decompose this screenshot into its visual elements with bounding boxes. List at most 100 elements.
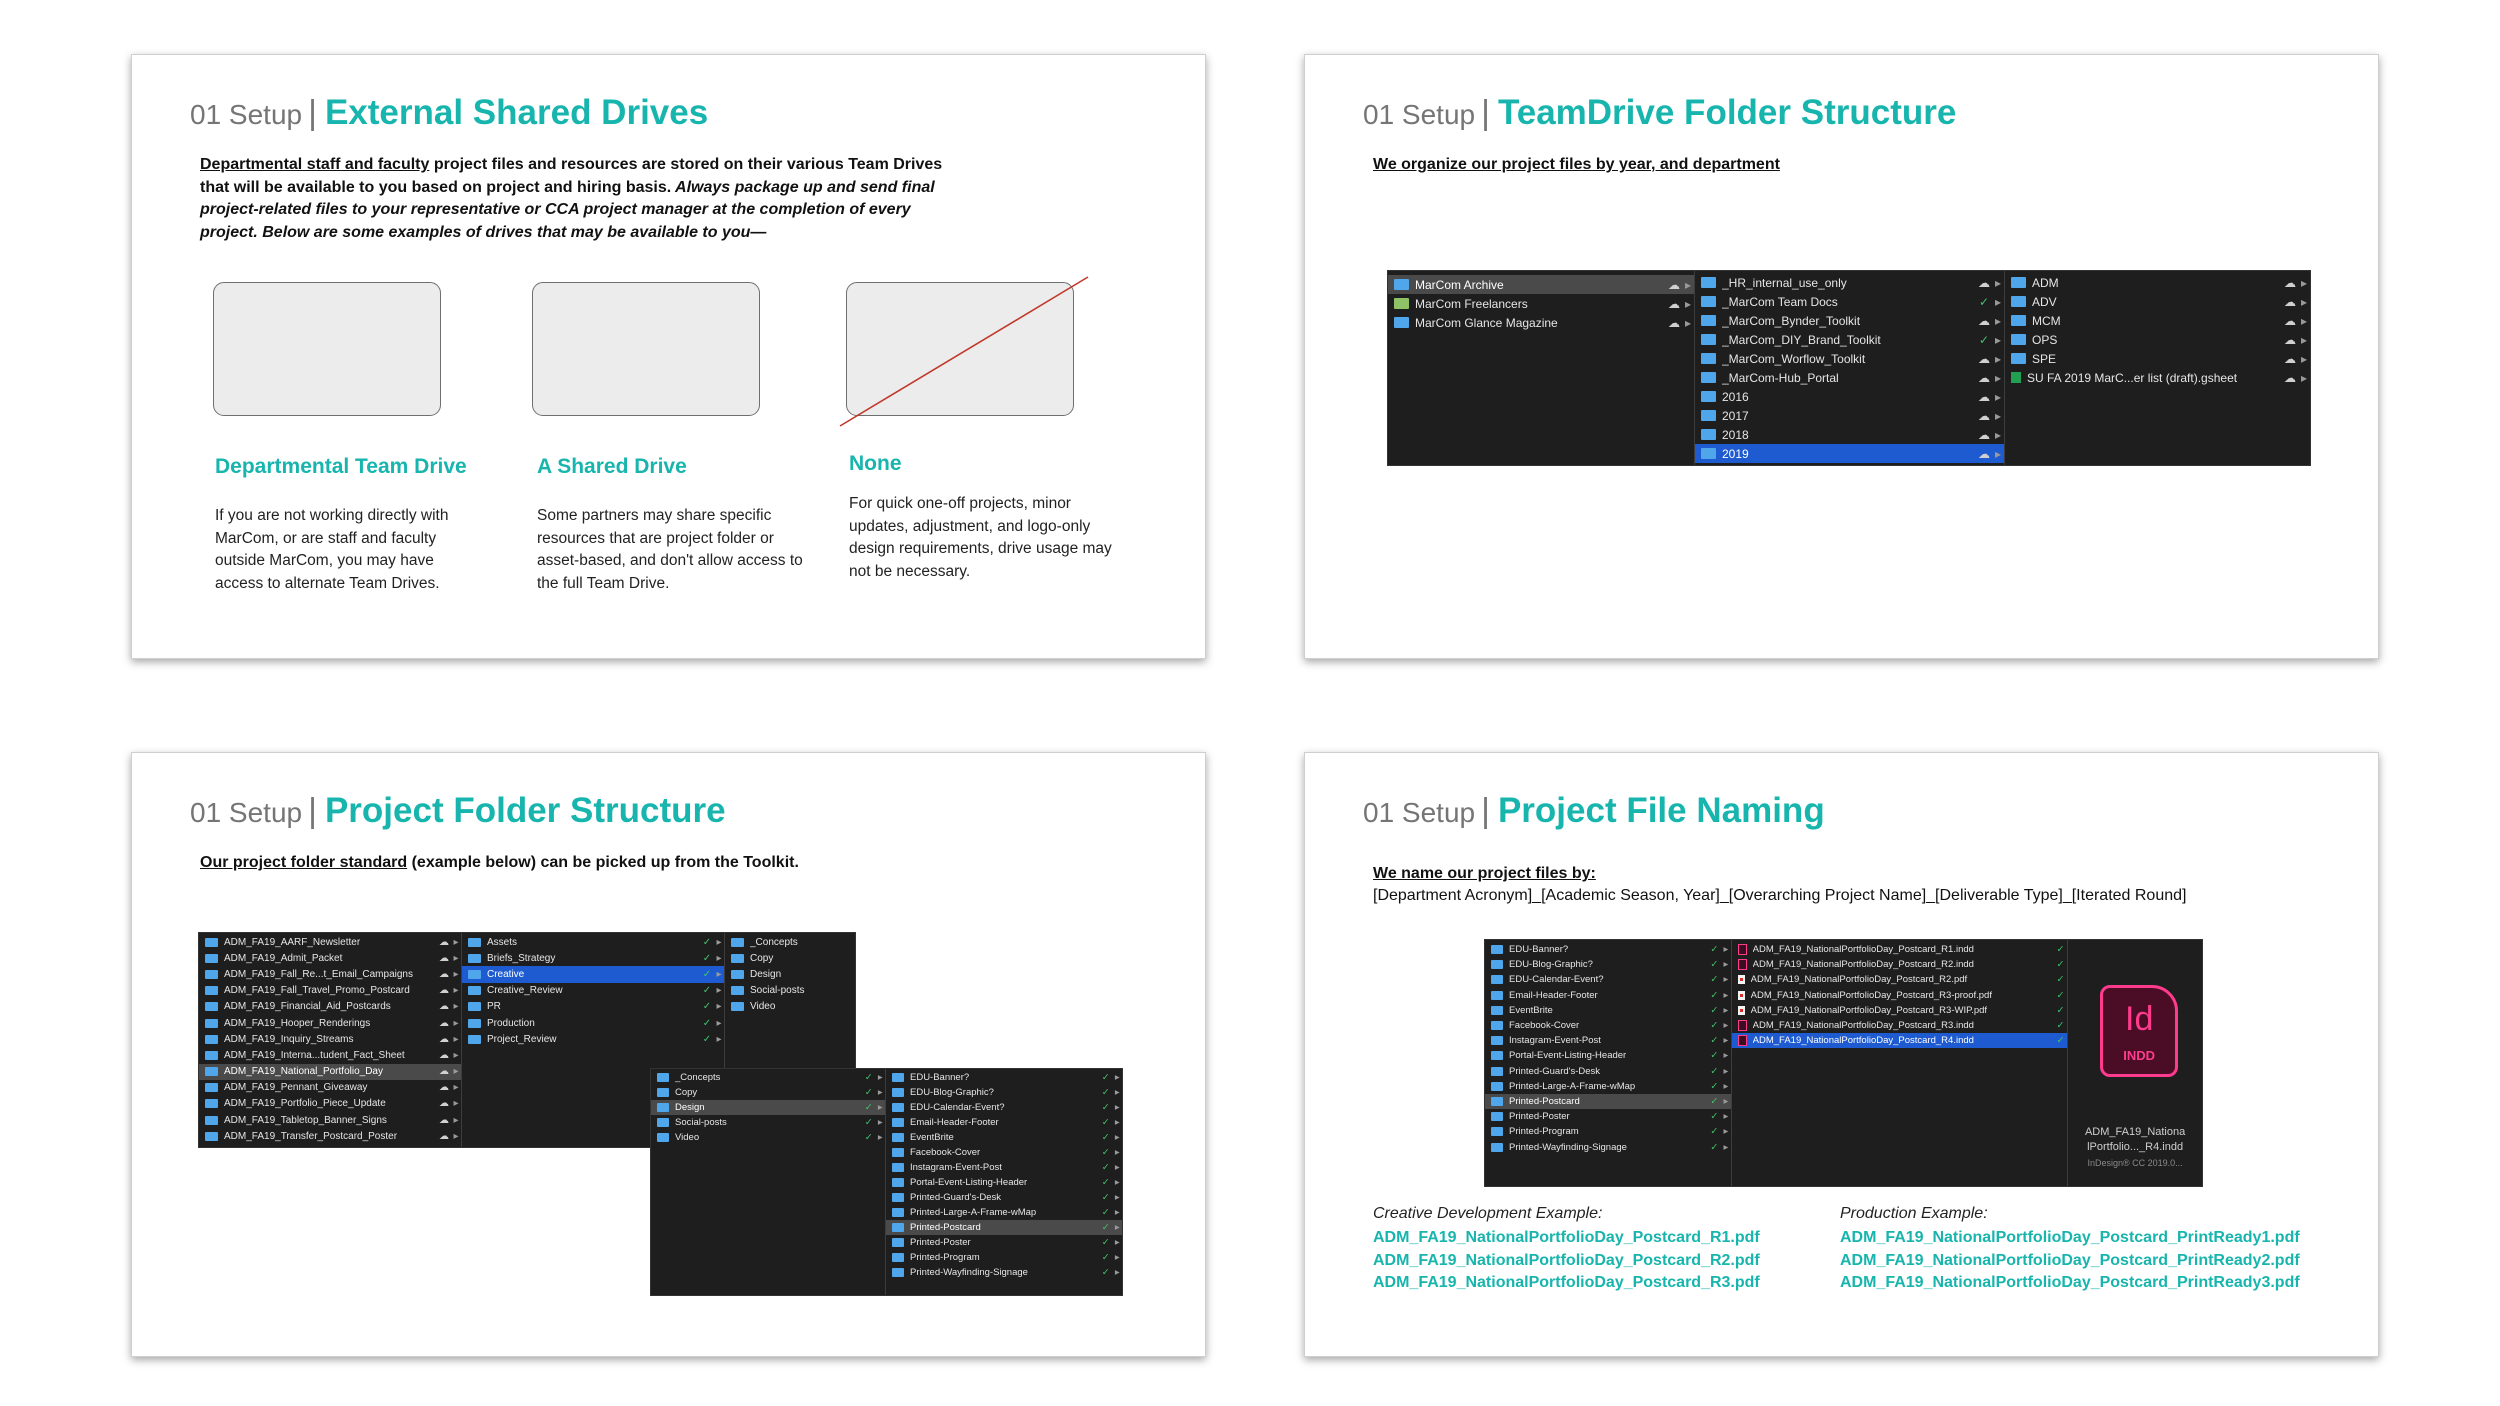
folder-item[interactable]: ADM_FA19_Pennant_Giveaway ☁ ▸ bbox=[199, 1080, 461, 1096]
folder-item[interactable]: 2018 ☁ ▸ bbox=[1695, 425, 2004, 444]
folder-item[interactable]: Video ✓ ▸ bbox=[651, 1130, 885, 1145]
folder-item[interactable]: _MarCom-Hub_Portal ☁ ▸ bbox=[1695, 368, 2004, 387]
finder-window-files[interactable]: EDU-Banner? ✓ ▸ EDU-Blog-Graphic? ✓ ▸ EDU-Cale… bbox=[1484, 939, 2203, 1187]
folder-item[interactable]: ADM_FA19_Portfolio_Piece_Update ☁ ▸ bbox=[199, 1096, 461, 1112]
folder-item[interactable]: ADV ☁ ▸ bbox=[2005, 292, 2310, 311]
folder-item[interactable]: EDU-Calendar-Event? ✓ ▸ bbox=[1485, 972, 1731, 987]
folder-item[interactable]: Briefs_Strategy ✓ ▸ bbox=[462, 950, 724, 966]
folder-item[interactable]: ADM_FA19_Tabletop_Banner_Signs ☁ ▸ bbox=[199, 1112, 461, 1128]
folder-item[interactable]: EventBrite ✓ ▸ bbox=[1485, 1003, 1731, 1018]
file-item[interactable]: ADM_FA19_NationalPortfolioDay_Postcard_R… bbox=[1732, 942, 2068, 957]
folder-item[interactable]: Social-posts bbox=[725, 983, 855, 999]
folder-item[interactable]: _MarCom_Bynder_Toolkit ☁ ▸ bbox=[1695, 311, 2004, 330]
folder-item[interactable]: Printed-Guard's-Desk ✓ ▸ bbox=[886, 1190, 1122, 1205]
folder-item[interactable]: EDU-Banner? ✓ ▸ bbox=[1485, 942, 1731, 957]
folder-item[interactable]: Printed-Poster ✓ ▸ bbox=[886, 1235, 1122, 1250]
item-name: ADM_FA19_National_Portfolio_Day bbox=[224, 1066, 383, 1078]
file-item[interactable]: ADM_FA19_NationalPortfolioDay_Postcard_R… bbox=[1731, 1033, 2068, 1049]
finder-window[interactable]: MarCom Archive ☁ ▸ MarCom Freelancers ☁ ▸ MarC… bbox=[1387, 270, 2311, 466]
item-name: MarCom Glance Magazine bbox=[1415, 315, 1558, 330]
folder-item[interactable]: Printed-Program ✓ ▸ bbox=[886, 1250, 1122, 1265]
folder-item[interactable]: _HR_internal_use_only ☁ ▸ bbox=[1695, 273, 2004, 292]
folder-icon bbox=[1701, 277, 1716, 288]
folder-item[interactable]: Printed-Poster ✓ ▸ bbox=[1485, 1109, 1731, 1124]
folder-item[interactable]: Video bbox=[725, 999, 855, 1015]
folder-item[interactable]: 2019 ☁ ▸ bbox=[1695, 444, 2004, 463]
folder-item[interactable]: ADM ☁ ▸ bbox=[2005, 273, 2310, 292]
folder-item[interactable]: Social-posts ✓ ▸ bbox=[651, 1115, 885, 1130]
folder-item[interactable]: _MarCom_Worflow_Toolkit ☁ ▸ bbox=[1695, 349, 2004, 368]
folder-item[interactable]: EDU-Banner? ✓ ▸ bbox=[886, 1070, 1122, 1085]
folder-item[interactable]: EDU-Blog-Graphic? ✓ ▸ bbox=[1485, 957, 1731, 972]
folder-item[interactable]: Email-Header-Footer ✓ ▸ bbox=[886, 1115, 1122, 1130]
folder-item[interactable]: Facebook-Cover ✓ ▸ bbox=[1485, 1018, 1731, 1033]
folder-item[interactable]: MCM ☁ ▸ bbox=[2005, 311, 2310, 330]
file-item[interactable]: ADM_FA19_NationalPortfolioDay_Postcard_R… bbox=[1732, 1018, 2068, 1033]
folder-item[interactable]: Printed-Large-A-Frame-wMap ✓ ▸ bbox=[886, 1205, 1122, 1220]
title-separator: | bbox=[308, 94, 317, 132]
folder-item[interactable]: MarCom Glance Magazine ☁ ▸ bbox=[1388, 313, 1694, 332]
finder-window-creative[interactable]: _Concepts ✓ ▸ Copy ✓ ▸ Design ✓ ▸ Social-posts ✓ ▸ V… bbox=[650, 1068, 1123, 1296]
folder-item[interactable]: PR ✓ ▸ bbox=[462, 999, 724, 1015]
file-item[interactable]: ADM_FA19_NationalPortfolioDay_Postcard_R… bbox=[1732, 957, 2068, 972]
folder-item[interactable]: EDU-Blog-Graphic? ✓ ▸ bbox=[886, 1085, 1122, 1100]
folder-item[interactable]: Design bbox=[725, 966, 855, 982]
folder-item[interactable]: ADM_FA19_Financial_Aid_Postcards ☁ ▸ bbox=[199, 999, 461, 1015]
folder-item[interactable]: OPS ☁ ▸ bbox=[2005, 330, 2310, 349]
folder-item[interactable]: _Concepts ✓ ▸ bbox=[651, 1070, 885, 1085]
folder-item[interactable]: 2017 ☁ ▸ bbox=[1695, 406, 2004, 425]
folder-item[interactable]: SPE ☁ ▸ bbox=[2005, 349, 2310, 368]
folder-item[interactable]: Email-Header-Footer ✓ ▸ bbox=[1485, 988, 1731, 1003]
folder-item[interactable]: MarCom Freelancers ☁ ▸ bbox=[1388, 294, 1694, 313]
folder-item[interactable]: ADM_FA19_Fall_Re...t_Email_Campaigns ☁ ▸ bbox=[199, 966, 461, 982]
folder-item[interactable]: _Concepts bbox=[725, 934, 855, 950]
folder-icon bbox=[1491, 1096, 1503, 1106]
folder-item[interactable]: Portal-Event-Listing-Header ✓ ▸ bbox=[1485, 1048, 1731, 1063]
file-item[interactable]: ADM_FA19_NationalPortfolioDay_Postcard_R… bbox=[1732, 988, 2068, 1003]
folder-item[interactable]: Production ✓ ▸ bbox=[462, 1015, 724, 1031]
folder-item[interactable]: Assets ✓ ▸ bbox=[462, 934, 724, 950]
folder-item[interactable]: Printed-Large-A-Frame-wMap ✓ ▸ bbox=[1485, 1079, 1731, 1094]
folder-item[interactable]: Printed-Guard's-Desk ✓ ▸ bbox=[1485, 1064, 1731, 1079]
item-name: ADM_FA19_Financial_Aid_Postcards bbox=[224, 1001, 391, 1013]
folder-item[interactable]: Facebook-Cover ✓ ▸ bbox=[886, 1145, 1122, 1160]
chevron-right-icon: ▸ bbox=[877, 1087, 883, 1098]
file-item[interactable]: ADM_FA19_NationalPortfolioDay_Postcard_R… bbox=[1732, 972, 2068, 987]
folder-item[interactable]: ADM_FA19_National_Portfolio_Day ☁ ▸ bbox=[199, 1063, 461, 1080]
folder-item[interactable]: EventBrite ✓ ▸ bbox=[886, 1130, 1122, 1145]
folder-item[interactable]: ADM_FA19_Interna...tudent_Fact_Sheet ☁ ▸ bbox=[199, 1047, 461, 1063]
folder-item[interactable]: Instagram-Event-Post ✓ ▸ bbox=[1485, 1033, 1731, 1048]
folder-item[interactable]: Printed-Wayfinding-Signage ✓ ▸ bbox=[886, 1265, 1122, 1280]
folder-item[interactable]: Printed-Postcard ✓ ▸ bbox=[886, 1220, 1122, 1235]
folder-item[interactable]: _MarCom Team Docs ✓ ▸ bbox=[1695, 292, 2004, 311]
folder-item[interactable]: SU FA 2019 MarC...er list (draft).gsheet… bbox=[2005, 368, 2310, 387]
item-name: _HR_internal_use_only bbox=[1722, 275, 1847, 290]
folder-item[interactable]: Copy bbox=[725, 950, 855, 966]
folder-item[interactable]: ADM_FA19_Admit_Packet ☁ ▸ bbox=[199, 950, 461, 966]
folder-item[interactable]: MarCom Archive ☁ ▸ bbox=[1388, 275, 1694, 294]
folder-item[interactable]: Creative_Review ✓ ▸ bbox=[462, 983, 724, 999]
folder-item[interactable]: ADM_FA19_Fall_Travel_Promo_Postcard ☁ ▸ bbox=[199, 983, 461, 999]
folder-item[interactable]: _MarCom_DIY_Brand_Toolkit ✓ ▸ bbox=[1695, 330, 2004, 349]
item-name: EventBrite bbox=[910, 1132, 954, 1143]
folder-item[interactable]: Printed-Program ✓ ▸ bbox=[1485, 1124, 1731, 1139]
folder-item[interactable]: EDU-Calendar-Event? ✓ ▸ bbox=[886, 1100, 1122, 1115]
chevron-right-icon: ▸ bbox=[1114, 1087, 1120, 1098]
folder-icon bbox=[1701, 448, 1716, 459]
file-item[interactable]: ADM_FA19_NationalPortfolioDay_Postcard_R… bbox=[1732, 1003, 2068, 1018]
slide-external-shared-drives: 01 Setup | External Shared Drives Departme… bbox=[131, 54, 1206, 659]
folder-item[interactable]: Portal-Event-Listing-Header ✓ ▸ bbox=[886, 1175, 1122, 1190]
folder-item[interactable]: ADM_FA19_Transfer_Postcard_Poster ☁ ▸ bbox=[199, 1128, 461, 1144]
folder-item[interactable]: ADM_FA19_AARF_Newsletter ☁ ▸ bbox=[199, 934, 461, 950]
folder-item[interactable]: Creative ✓ ▸ bbox=[462, 966, 724, 983]
folder-item[interactable]: Copy ✓ ▸ bbox=[651, 1085, 885, 1100]
folder-item[interactable]: ADM_FA19_Hooper_Renderings ☁ ▸ bbox=[199, 1015, 461, 1031]
folder-item[interactable]: 2016 ☁ ▸ bbox=[1695, 387, 2004, 406]
folder-item[interactable]: Printed-Postcard ✓ ▸ bbox=[1485, 1093, 1731, 1110]
folder-item[interactable]: Instagram-Event-Post ✓ ▸ bbox=[886, 1160, 1122, 1175]
folder-item[interactable]: ADM_FA19_Inquiry_Streams ☁ ▸ bbox=[199, 1031, 461, 1047]
folder-item[interactable]: Printed-Wayfinding-Signage ✓ ▸ bbox=[1485, 1139, 1731, 1154]
folder-item[interactable]: Project_Review ✓ ▸ bbox=[462, 1031, 724, 1047]
item-name: MarCom Freelancers bbox=[1415, 296, 1528, 311]
folder-item[interactable]: Design ✓ ▸ bbox=[651, 1100, 885, 1115]
